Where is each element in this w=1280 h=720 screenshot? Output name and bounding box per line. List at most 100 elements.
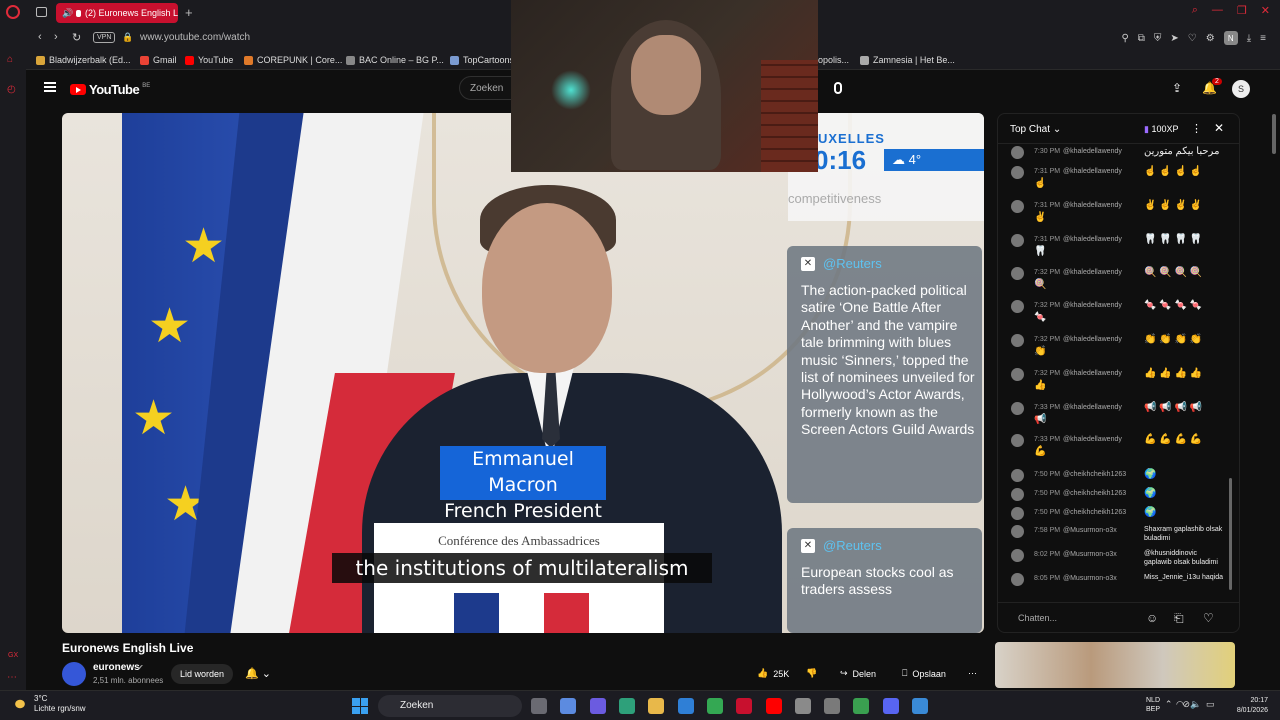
chat-avatar[interactable] — [1011, 507, 1024, 520]
chat-username[interactable]: @Musurmon-o3x — [1063, 549, 1117, 561]
minecraft-app-icon[interactable] — [853, 698, 869, 714]
wifi-icon[interactable]: ◠ — [1176, 699, 1184, 710]
pin-icon[interactable]: ⚲ — [1121, 33, 1128, 44]
browser-tab-active[interactable]: 🔊 (2) Euronews English L — [56, 3, 178, 23]
volume-icon[interactable]: 🔈 — [1190, 699, 1201, 710]
chat-more-icon[interactable]: ⋮ — [1191, 122, 1202, 135]
calculator-app-icon[interactable] — [795, 698, 811, 714]
opera-app-icon[interactable] — [736, 698, 752, 714]
lock-icon[interactable]: 🔒 — [122, 32, 133, 43]
home-icon[interactable]: ⌂ — [7, 54, 13, 65]
send-icon[interactable]: ➤ — [1170, 33, 1178, 44]
more-actions-button[interactable]: ⋯ — [968, 668, 977, 679]
chat-avatar[interactable] — [1011, 525, 1024, 538]
profile-icon[interactable]: N — [1223, 31, 1238, 45]
outlook-app-icon[interactable] — [678, 698, 694, 714]
chat-avatar[interactable] — [1011, 469, 1024, 482]
reload-button[interactable]: ↻ — [72, 31, 81, 44]
chat-avatar[interactable] — [1011, 146, 1024, 159]
menu-icon[interactable]: ≡ — [1260, 33, 1266, 44]
chat-username[interactable]: @Musurmon-o3x — [1063, 573, 1117, 585]
url-field[interactable]: www.youtube.com/watch — [140, 32, 250, 43]
chat-scrollbar[interactable] — [1229, 478, 1232, 590]
bookmark-item[interactable]: Zamnesia | Het Be... — [860, 55, 955, 65]
chat-avatar[interactable] — [1011, 368, 1024, 381]
chat-input[interactable]: Chatten... — [1018, 613, 1057, 623]
close-button[interactable]: ✕ — [1261, 4, 1270, 17]
bookmark-item[interactable]: Bladwijzerbalk (Ed... — [36, 55, 131, 65]
gift-icon[interactable]: ⎗ — [1174, 611, 1184, 626]
minimize-button[interactable]: — — [1212, 4, 1223, 17]
page-scrollbar[interactable] — [1272, 114, 1276, 154]
chat-avatar[interactable] — [1011, 200, 1024, 213]
explorer-app-icon[interactable] — [648, 698, 664, 714]
channel-name[interactable]: euronews — [93, 662, 140, 673]
chat-username[interactable]: @khaledellawendy — [1063, 267, 1122, 279]
language-indicator[interactable]: NLD BEP — [1146, 696, 1160, 714]
microphone-icon[interactable] — [834, 82, 842, 94]
chat-avatar[interactable] — [1011, 166, 1024, 179]
chevron-up-icon[interactable]: ⌃ — [1165, 699, 1173, 710]
join-button[interactable]: Lid worden — [171, 664, 233, 684]
heart-icon[interactable]: ♡ — [1188, 33, 1197, 44]
teams-app-icon[interactable] — [590, 698, 606, 714]
subscription-bell-icon[interactable]: 🔔 ⌄ — [245, 667, 271, 680]
more-icon[interactable]: ⋯ — [7, 672, 17, 683]
shield-icon[interactable]: ⛨ — [1154, 33, 1162, 44]
chat-avatar[interactable] — [1011, 234, 1024, 247]
chat-username[interactable]: @khaledellawendy — [1063, 300, 1122, 312]
edge-app-icon[interactable] — [619, 698, 635, 714]
bookmark-item[interactable]: COREPUNK | Core... — [244, 55, 342, 65]
heart-icon[interactable]: ♡ — [1203, 611, 1214, 625]
xp-badge[interactable]: ▮ 100XP — [1144, 124, 1179, 135]
bookmark-item[interactable]: BAC Online – BG P... — [346, 55, 444, 65]
bookmark-item[interactable]: opolis... — [818, 55, 849, 65]
channel-avatar[interactable] — [62, 662, 86, 686]
tab-overview-icon[interactable] — [36, 7, 47, 17]
chat-avatar[interactable] — [1011, 300, 1024, 313]
chat-avatar[interactable] — [1011, 334, 1024, 347]
dislike-button[interactable]: 👎 — [806, 668, 817, 679]
account-avatar[interactable]: S — [1232, 80, 1250, 98]
chat-mode-dropdown[interactable]: Top Chat ⌄ — [1010, 124, 1061, 135]
photos-app-icon[interactable] — [912, 698, 928, 714]
chat-username[interactable]: @khaledellawendy — [1063, 200, 1122, 212]
chat-username[interactable]: @Musurmon-o3x — [1063, 525, 1117, 537]
maximize-button[interactable]: ❐ — [1237, 4, 1247, 17]
settings-app-icon[interactable] — [824, 698, 840, 714]
vpn-badge[interactable]: VPN — [93, 32, 116, 43]
chat-username[interactable]: @khaledellawendy — [1063, 402, 1122, 414]
snapshot-icon[interactable]: ⧉ — [1138, 33, 1145, 44]
store-app-icon[interactable] — [560, 698, 576, 714]
chat-username[interactable]: @khaledellawendy — [1063, 166, 1122, 178]
bookmark-item[interactable]: Gmail — [140, 55, 177, 65]
battery-icon[interactable]: ▭ — [1206, 699, 1215, 710]
chat-username[interactable]: @khaledellawendy — [1063, 146, 1122, 158]
chat-close-icon[interactable]: ✕ — [1214, 121, 1224, 135]
opera-logo-icon[interactable] — [6, 5, 20, 19]
chat-avatar[interactable] — [1011, 573, 1024, 586]
upload-icon[interactable]: ⇪ — [1172, 81, 1182, 95]
chrome-app-icon[interactable] — [707, 698, 723, 714]
share-button[interactable]: ↪ Delen — [840, 668, 876, 679]
chat-avatar[interactable] — [1011, 434, 1024, 447]
start-button[interactable] — [352, 698, 368, 714]
video-player[interactable]: ★ ★ ★ ★ Emmanuel Macron French President… — [62, 113, 984, 633]
gx-icon[interactable]: GX — [8, 652, 18, 659]
taskbar-search[interactable]: Zoeken — [378, 695, 522, 717]
task-view-app-icon[interactable] — [531, 698, 547, 714]
taskbar-clock[interactable]: 20:17 8/01/2026 — [1226, 696, 1268, 716]
history-icon[interactable]: ◴ — [7, 84, 16, 95]
save-button[interactable]: ⎕ Opslaan — [902, 668, 946, 679]
weather-icon[interactable] — [12, 697, 28, 711]
chat-username[interactable]: @cheikhcheikh1263 — [1063, 488, 1126, 500]
webcam-overlay[interactable] — [511, 0, 818, 172]
youtube-app-icon[interactable] — [766, 698, 782, 714]
chat-username[interactable]: @cheikhcheikh1263 — [1063, 469, 1126, 481]
related-video-thumbnail[interactable] — [995, 642, 1235, 688]
bookmark-item[interactable]: YouTube — [185, 55, 233, 65]
like-button[interactable]: 👍 25K — [757, 668, 789, 679]
chat-username[interactable]: @khaledellawendy — [1063, 368, 1122, 380]
chat-username[interactable]: @khaledellawendy — [1063, 234, 1122, 246]
bookmark-item[interactable]: TopCartoons — [450, 55, 514, 65]
